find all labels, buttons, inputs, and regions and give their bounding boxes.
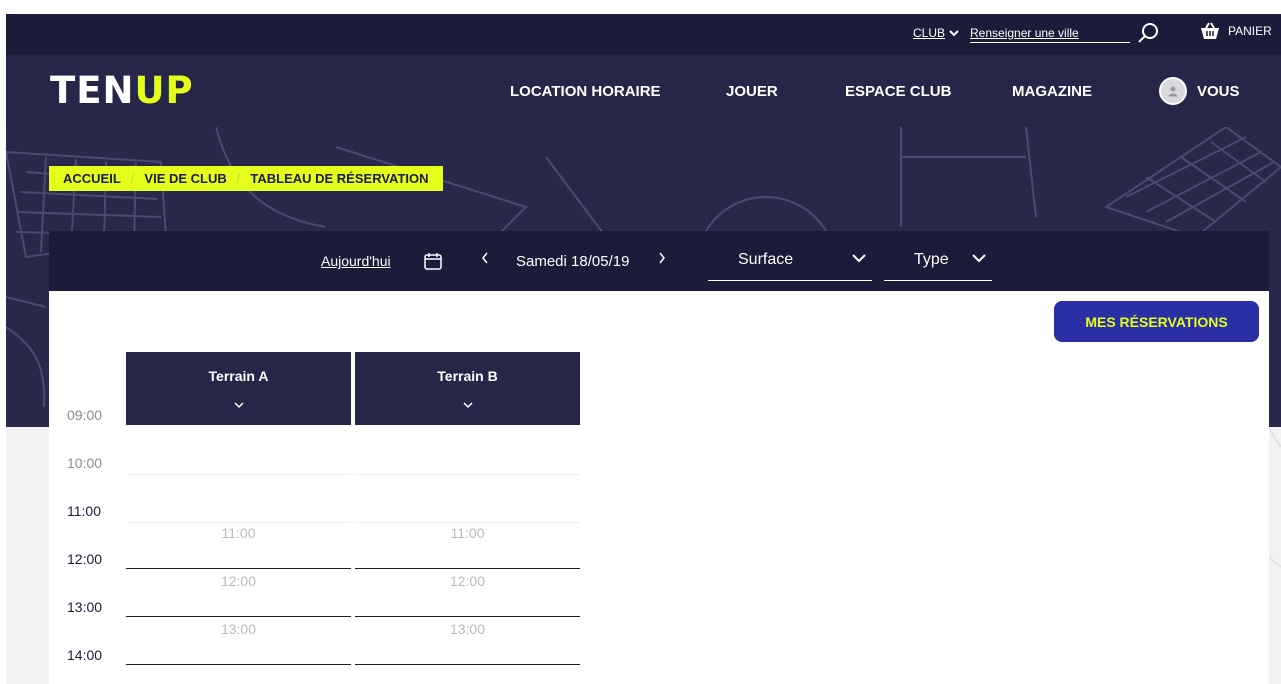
unavailable-slot bbox=[355, 427, 580, 475]
utility-bar: CLUB PANIER bbox=[6, 14, 1281, 55]
breadcrumb-accueil[interactable]: ACCUEIL bbox=[63, 171, 121, 186]
chevron-down-icon bbox=[462, 402, 473, 409]
hour-label: 11:00 bbox=[67, 503, 101, 519]
selected-date: Samedi 18/05/19 bbox=[516, 253, 630, 270]
club-dropdown[interactable]: CLUB bbox=[913, 26, 959, 40]
unavailable-slot bbox=[126, 427, 351, 475]
available-slot[interactable]: 12:00 bbox=[355, 569, 580, 617]
cart-label: PANIER bbox=[1228, 24, 1272, 38]
user-icon bbox=[1168, 86, 1178, 97]
city-search-input[interactable] bbox=[970, 23, 1130, 43]
breadcrumb-separator: / bbox=[130, 171, 135, 186]
logo-ten: TEN bbox=[50, 69, 135, 112]
nav-item-location-horaire[interactable]: LOCATION HORAIRE bbox=[510, 83, 661, 100]
unavailable-slot bbox=[355, 475, 580, 523]
surface-dropdown[interactable]: Surface bbox=[708, 248, 872, 281]
user-menu-label: VOUS bbox=[1197, 82, 1240, 100]
slot-time: 12:00 bbox=[220, 573, 257, 589]
booking-filter-bar: Aujourd'hui Samedi 18/05/19 Surface Type bbox=[49, 231, 1269, 291]
tenup-logo[interactable]: TENUP bbox=[50, 69, 194, 112]
hour-label: 10:00 bbox=[67, 455, 103, 471]
type-dropdown-label: Type bbox=[914, 251, 949, 268]
court-header-terrain-a[interactable]: Terrain A bbox=[126, 352, 351, 425]
court-name: Terrain A bbox=[208, 368, 269, 384]
chevron-down-icon bbox=[233, 402, 244, 409]
chevron-down-icon bbox=[949, 29, 959, 36]
slot-time: 12:00 bbox=[449, 573, 486, 589]
available-slot[interactable]: 11:00 bbox=[355, 521, 580, 569]
today-link[interactable]: Aujourd'hui bbox=[321, 253, 391, 269]
nav-item-magazine[interactable]: MAGAZINE bbox=[1012, 83, 1092, 100]
booking-table-panel: MES RÉSERVATIONS Terrain A Terrain B 09:… bbox=[49, 291, 1269, 684]
slot-time: 11:00 bbox=[221, 525, 256, 541]
available-slot[interactable]: 13:00 bbox=[355, 617, 580, 665]
breadcrumb-current: TABLEAU DE RÉSERVATION bbox=[250, 171, 429, 186]
basket-icon bbox=[1201, 22, 1219, 39]
hour-label: 12:00 bbox=[67, 551, 103, 567]
available-slot[interactable]: 12:00 bbox=[126, 569, 351, 617]
my-reservations-button[interactable]: MES RÉSERVATIONS bbox=[1054, 301, 1259, 342]
court-name: Terrain B bbox=[437, 368, 498, 384]
breadcrumb: ACCUEIL / VIE DE CLUB / TABLEAU DE RÉSER… bbox=[49, 166, 443, 191]
window-left-edge bbox=[0, 14, 6, 684]
page: CLUB PANIER TENUP LOCATION HORAIRE JOUER… bbox=[0, 0, 1281, 684]
court-header-terrain-b[interactable]: Terrain B bbox=[355, 352, 580, 425]
chevron-down-icon bbox=[972, 254, 986, 263]
calendar-icon[interactable] bbox=[423, 251, 443, 271]
type-dropdown[interactable]: Type bbox=[884, 248, 992, 281]
search-icon[interactable] bbox=[1136, 21, 1160, 45]
next-day-button[interactable] bbox=[658, 251, 666, 268]
main-nav: TENUP LOCATION HORAIRE JOUER ESPACE CLUB… bbox=[6, 55, 1281, 127]
hour-label: 14:00 bbox=[67, 647, 103, 663]
user-menu[interactable]: VOUS bbox=[1159, 77, 1240, 105]
unavailable-slot bbox=[126, 475, 351, 523]
nav-item-espace-club[interactable]: ESPACE CLUB bbox=[845, 83, 951, 100]
slot-time: 13:00 bbox=[220, 621, 257, 637]
available-slot[interactable]: 11:00 bbox=[126, 521, 351, 569]
slot-time: 11:00 bbox=[450, 525, 485, 541]
chevron-left-icon bbox=[482, 252, 488, 264]
chevron-right-icon bbox=[659, 252, 665, 264]
hour-label: 13:00 bbox=[67, 599, 103, 615]
logo-up: UP bbox=[134, 69, 194, 112]
cart-button[interactable]: PANIER bbox=[1200, 22, 1272, 40]
slot-time: 13:00 bbox=[449, 621, 486, 637]
avatar bbox=[1159, 77, 1187, 105]
breadcrumb-separator: / bbox=[236, 171, 241, 186]
chevron-down-icon bbox=[852, 254, 866, 263]
club-dropdown-label: CLUB bbox=[913, 26, 946, 40]
breadcrumb-vie-de-club[interactable]: VIE DE CLUB bbox=[144, 171, 226, 186]
surface-dropdown-label: Surface bbox=[738, 251, 794, 268]
previous-day-button[interactable] bbox=[481, 251, 489, 268]
available-slot[interactable]: 13:00 bbox=[126, 617, 351, 665]
nav-item-jouer[interactable]: JOUER bbox=[726, 83, 778, 100]
window-top-edge bbox=[0, 0, 1281, 14]
hour-label: 09:00 bbox=[67, 407, 103, 423]
